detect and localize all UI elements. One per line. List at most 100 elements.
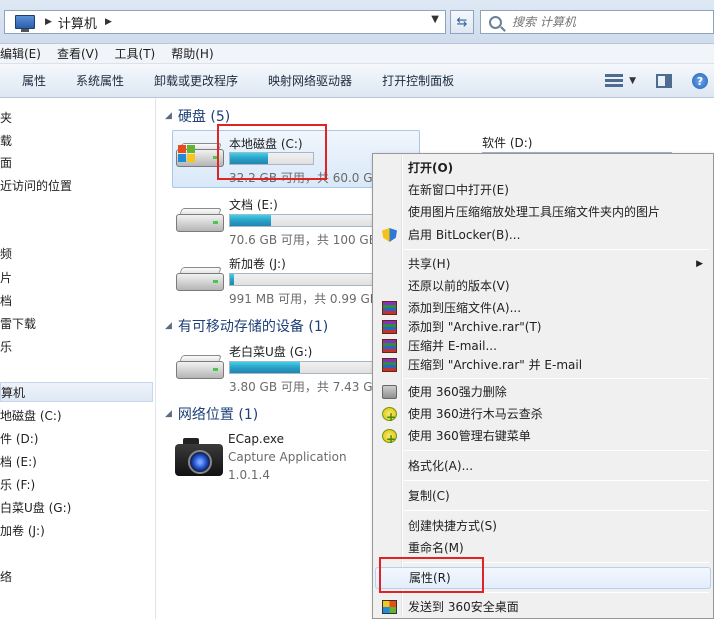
360-icon xyxy=(382,406,397,428)
help-icon[interactable]: ? xyxy=(692,73,708,89)
search-icon xyxy=(489,15,502,29)
nav-item-documents[interactable]: 档 xyxy=(0,291,12,311)
drive-name: 软件 (D:) xyxy=(482,136,533,150)
group-header-removable[interactable]: ◢ 有可移动存储的设备 (1) xyxy=(157,317,328,335)
drive-name: 老白菜U盘 (G:) xyxy=(229,345,313,359)
address-bar-row: ▶ 计算机 ▶ ▼ ⇆ xyxy=(0,0,714,44)
nav-item-desktop[interactable]: 面 xyxy=(0,153,12,173)
navigation-pane: 夹 载 面 近访问的位置 频 片 档 雷下载 乐 算机 地磁盘 (C:) 件 (… xyxy=(0,98,156,619)
menu-item-share[interactable]: 共享(H) ▶ xyxy=(375,253,711,275)
properties-button[interactable]: 属性 xyxy=(22,72,46,89)
menu-item-create-shortcut[interactable]: 创建快捷方式(S) xyxy=(375,515,711,537)
open-control-panel-button[interactable]: 打开控制面板 xyxy=(382,72,454,89)
menu-bar: 编辑(E) 查看(V) 工具(T) 帮助(H) xyxy=(0,44,714,64)
usage-bar xyxy=(229,273,374,286)
menu-item-360-delete[interactable]: 使用 360强力删除 xyxy=(375,381,711,403)
nav-item-music[interactable]: 乐 xyxy=(0,337,12,357)
menu-view[interactable]: 查看(V) xyxy=(57,45,99,62)
menu-item-copy[interactable]: 复制(C) xyxy=(375,485,711,507)
breadcrumb-arrow-icon[interactable]: ▶ xyxy=(105,17,112,27)
menu-item-360-menu[interactable]: 使用 360管理右键菜单 xyxy=(375,425,711,450)
search-box[interactable] xyxy=(480,10,714,34)
nav-item-drive-c[interactable]: 地磁盘 (C:) xyxy=(0,406,62,426)
uninstall-program-button[interactable]: 卸载或更改程序 xyxy=(154,72,238,89)
address-bar[interactable]: ▶ 计算机 ▶ ▼ xyxy=(4,10,446,34)
menu-tools[interactable]: 工具(T) xyxy=(115,45,156,62)
drive-space-info: 991 MB 可用，共 0.99 GB xyxy=(229,292,378,306)
usage-bar xyxy=(229,361,374,374)
breadcrumb-computer[interactable]: 计算机 xyxy=(58,13,97,32)
drive-space-info: 3.80 GB 可用，共 7.43 GB xyxy=(229,380,381,394)
drive-name: 新加卷 (J:) xyxy=(229,257,286,271)
winrar-icon xyxy=(382,301,397,315)
drive-space-info: 70.6 GB 可用，共 100 GB xyxy=(229,233,377,247)
nav-item-pictures[interactable]: 片 xyxy=(0,268,12,288)
menu-separator xyxy=(404,249,709,250)
menu-item-format[interactable]: 格式化(A)... xyxy=(375,455,711,477)
menu-item-rename[interactable]: 重命名(M) xyxy=(375,537,711,559)
highlight-box xyxy=(379,557,484,593)
nav-item-favorites[interactable]: 夹 xyxy=(0,108,12,128)
winrar-icon xyxy=(382,339,397,353)
refresh-button[interactable]: ⇆ xyxy=(450,10,474,34)
chevron-down-icon[interactable]: ▼ xyxy=(629,76,636,86)
usage-fill xyxy=(230,362,301,373)
refresh-icon: ⇆ xyxy=(456,14,468,30)
menu-item-360-scan[interactable]: 使用 360进行木马云查杀 xyxy=(375,403,711,428)
menu-item-send-360-desktop[interactable]: 发送到 360安全桌面 xyxy=(375,596,711,618)
menu-separator xyxy=(404,510,709,511)
nav-item-drive-j[interactable]: 加卷 (J:) xyxy=(0,521,45,541)
preview-pane-icon[interactable] xyxy=(656,74,672,88)
hard-drive-icon xyxy=(176,267,224,293)
submenu-arrow-icon: ▶ xyxy=(696,259,703,269)
views-icon[interactable] xyxy=(605,74,624,88)
collapse-icon[interactable]: ◢ xyxy=(165,409,172,419)
nav-item-videos[interactable]: 频 xyxy=(0,244,12,264)
hard-drive-icon xyxy=(176,208,224,234)
context-menu: 打开(O) 在新窗口中打开(E) 使用图片压缩缩放处理工具压缩文件夹内的图片 启… xyxy=(372,153,714,619)
360-desktop-icon xyxy=(382,600,397,614)
menu-item-restore-versions[interactable]: 还原以前的版本(V) xyxy=(375,275,711,297)
nav-item-drive-d[interactable]: 件 (D:) xyxy=(0,429,38,449)
menu-separator xyxy=(404,378,709,379)
nav-item-downloads[interactable]: 载 xyxy=(0,131,12,151)
chevron-down-icon[interactable]: ▼ xyxy=(431,14,439,25)
usage-fill xyxy=(230,215,272,226)
highlight-box xyxy=(217,124,327,180)
system-properties-button[interactable]: 系统属性 xyxy=(76,72,124,89)
map-network-drive-button[interactable]: 映射网络驱动器 xyxy=(268,72,352,89)
winrar-icon xyxy=(382,358,397,372)
group-header-network[interactable]: ◢ 网络位置 (1) xyxy=(157,405,258,423)
nav-item-drive-f[interactable]: 乐 (F:) xyxy=(0,475,35,495)
network-item-version: 1.0.1.4 xyxy=(228,468,270,482)
command-bar: 属性 系统属性 卸载或更改程序 映射网络驱动器 打开控制面板 ▼ ? xyxy=(0,64,714,98)
shield-icon xyxy=(382,228,397,242)
menu-help[interactable]: 帮助(H) xyxy=(171,45,213,62)
nav-item-drive-g[interactable]: 白菜U盘 (G:) xyxy=(0,498,71,518)
usage-bar xyxy=(229,214,374,227)
group-header-hdd[interactable]: ◢ 硬盘 (5) xyxy=(157,107,230,125)
menu-item-bitlocker[interactable]: 启用 BitLocker(B)... xyxy=(375,224,711,246)
search-input[interactable] xyxy=(512,15,702,29)
menu-separator xyxy=(404,450,709,451)
camera-icon[interactable] xyxy=(175,438,223,476)
collapse-icon[interactable]: ◢ xyxy=(165,111,172,121)
nav-item-network[interactable]: 络 xyxy=(0,567,12,587)
nav-item-recent-places[interactable]: 近访问的位置 xyxy=(0,176,72,196)
menu-item-open-new-window[interactable]: 在新窗口中打开(E) xyxy=(375,179,711,201)
nav-item-computer[interactable]: 算机 xyxy=(0,382,153,402)
menu-item-compress-images[interactable]: 使用图片压缩缩放处理工具压缩文件夹内的图片 xyxy=(375,201,711,223)
menu-item-compress-rar-email[interactable]: 压缩到 "Archive.rar" 并 E-mail xyxy=(375,354,711,376)
network-item-name[interactable]: ECap.exe xyxy=(228,432,284,446)
nav-item-thunder-downloads[interactable]: 雷下载 xyxy=(0,314,36,334)
breadcrumb-arrow-icon[interactable]: ▶ xyxy=(45,17,52,27)
winrar-icon xyxy=(382,320,397,334)
nav-item-drive-e[interactable]: 档 (E:) xyxy=(0,452,37,472)
shredder-icon xyxy=(382,385,397,399)
collapse-icon[interactable]: ◢ xyxy=(165,321,172,331)
menu-edit[interactable]: 编辑(E) xyxy=(0,45,41,62)
drive-name: 文档 (E:) xyxy=(229,198,278,212)
menu-item-open[interactable]: 打开(O) xyxy=(375,157,711,179)
windows-logo-icon xyxy=(178,145,196,163)
menu-separator xyxy=(404,480,709,481)
